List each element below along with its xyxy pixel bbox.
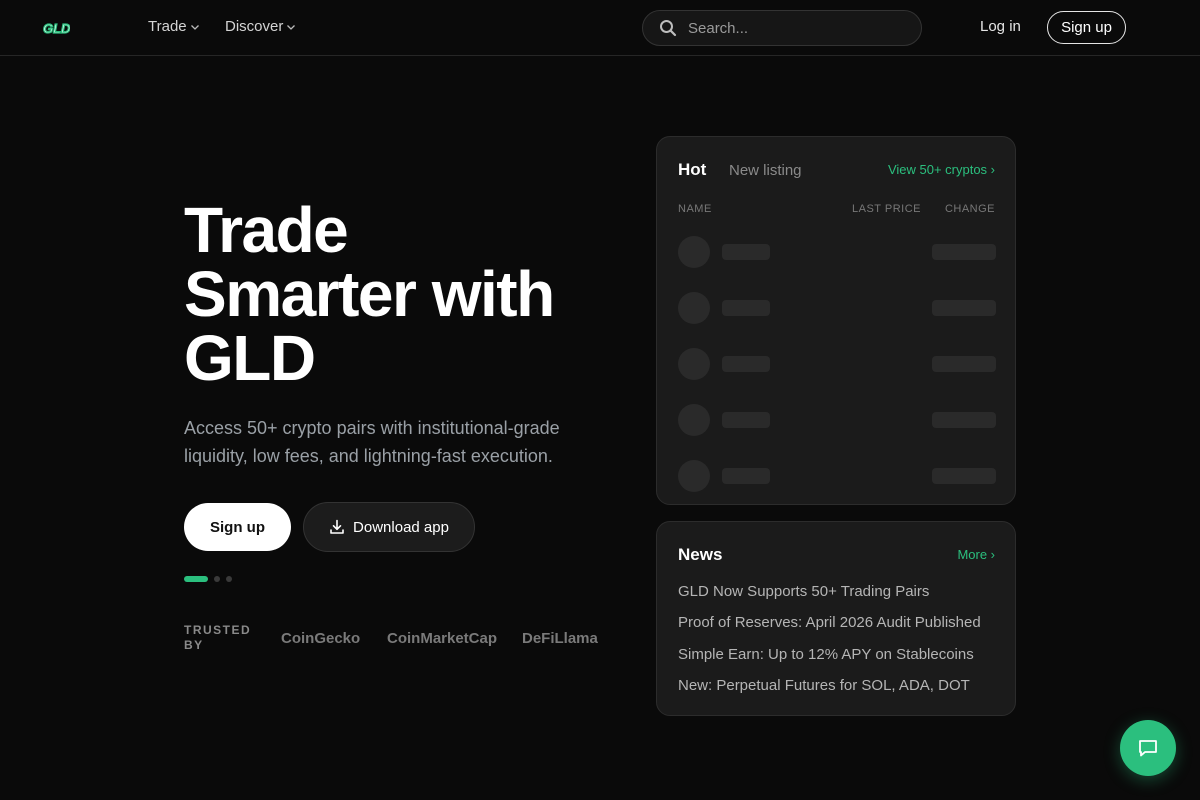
loading-row [678, 460, 996, 492]
svg-text:GLD: GLD [43, 21, 70, 36]
loading-row [678, 236, 996, 268]
skeleton-name [722, 468, 770, 484]
nav-discover-label: Discover [225, 18, 284, 35]
nav-trade[interactable]: Trade [148, 18, 200, 35]
news-item[interactable]: GLD Now Supports 50+ Trading Pairs [678, 583, 929, 600]
chevron-down-icon [190, 24, 199, 30]
carousel-dot-1[interactable] [184, 576, 208, 582]
skeleton-change [932, 468, 996, 484]
news-title: News [678, 545, 723, 564]
search-box[interactable] [642, 10, 922, 46]
skeleton-name [722, 300, 770, 316]
skeleton-name [722, 356, 770, 372]
download-app-label: Download app [353, 518, 449, 536]
news-more-link[interactable]: More › [957, 547, 995, 562]
carousel-indicator [184, 576, 232, 582]
nav-discover[interactable]: Discover [225, 18, 296, 35]
view-all-cryptos-link[interactable]: View 50+ cryptos › [888, 162, 995, 177]
search-icon [660, 20, 677, 37]
tab-new-listing[interactable]: New listing [729, 162, 802, 179]
loading-row [678, 404, 996, 436]
search-input[interactable] [688, 19, 898, 37]
carousel-dot-3[interactable] [226, 576, 232, 582]
news-card: News More › GLD Now Supports 50+ Trading… [656, 521, 1016, 716]
header-signup-button[interactable]: Sign up [1047, 11, 1126, 44]
partner-defillama: DeFiLlama [522, 630, 598, 647]
top-navigation-bar: GLD Trade Discover Log in Sign up [0, 0, 1200, 56]
chat-bubble-icon [1139, 740, 1157, 757]
login-link[interactable]: Log in [980, 18, 1021, 35]
column-header-change: CHANGE [944, 203, 995, 215]
skeleton-avatar [678, 460, 710, 492]
skeleton-change [932, 300, 996, 316]
skeleton-avatar [678, 404, 710, 436]
partner-coinmarketcap: CoinMarketCap [387, 630, 498, 647]
skeleton-change [932, 244, 996, 260]
gld-logo[interactable]: GLD [42, 19, 70, 37]
skeleton-avatar [678, 236, 710, 268]
skeleton-change [932, 412, 996, 428]
download-app-button[interactable]: Download app [303, 502, 475, 552]
skeleton-avatar [678, 292, 710, 324]
news-item[interactable]: New: Perpetual Futures for SOL, ADA, DOT [678, 677, 970, 694]
column-header-last-price: LAST PRICE [852, 203, 921, 215]
carousel-dot-2[interactable] [214, 576, 220, 582]
chat-support-button[interactable] [1120, 720, 1176, 776]
skeleton-change [932, 356, 996, 372]
skeleton-avatar [678, 348, 710, 380]
tab-hot[interactable]: Hot [678, 160, 706, 180]
hero-title-line-3: GLD [184, 322, 316, 394]
skeleton-name [722, 412, 770, 428]
download-icon [330, 519, 344, 534]
skeleton-name [722, 244, 770, 260]
news-item[interactable]: Simple Earn: Up to 12% APY on Stablecoin… [678, 646, 974, 663]
hero-title-line-2: Smarter with [184, 258, 555, 330]
loading-row [678, 292, 996, 324]
column-header-name: NAME [678, 203, 712, 215]
trusted-by-label: TRUSTED BY [184, 623, 252, 652]
hero-title: Trade Smarter with GLD [184, 194, 555, 394]
partner-coingecko: CoinGecko [281, 630, 361, 647]
news-item[interactable]: Proof of Reserves: April 2026 Audit Publ… [678, 614, 981, 631]
hero-subtitle: Access 50+ crypto pairs with institution… [184, 418, 560, 466]
chevron-down-icon [287, 24, 296, 30]
hero-title-line-1: Trade [184, 194, 349, 266]
hero-signup-button[interactable]: Sign up [184, 503, 291, 551]
loading-row [678, 348, 996, 380]
nav-trade-label: Trade [148, 18, 187, 35]
markets-card: Hot New listing View 50+ cryptos › NAME … [656, 136, 1016, 505]
